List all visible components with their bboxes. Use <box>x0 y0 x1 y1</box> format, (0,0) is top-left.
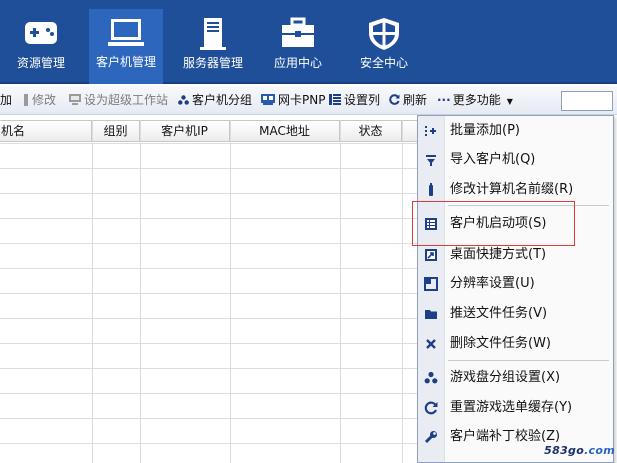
menu-item-game-disk-group[interactable]: 游戏盘分组设置(X) <box>418 365 613 391</box>
column-header-client-ip[interactable]: 客户机IP <box>140 121 230 142</box>
menu-item-label: 批量添加(P) <box>450 123 520 138</box>
set-super-workstation-button[interactable]: 设为超级工作站 <box>69 86 168 115</box>
watermark-ext: .com <box>584 444 615 457</box>
edit-button[interactable]: 修改 <box>23 86 56 115</box>
menu-item-desktop-shortcut[interactable]: 桌面快捷方式(T) <box>418 242 613 268</box>
resolution-icon <box>424 277 438 291</box>
menu-item-reset-game-menu-cache[interactable]: 重置游戏选单缓存(Y) <box>418 395 613 421</box>
menu-item-label: 重置游戏选单缓存(Y) <box>450 400 573 415</box>
menu-separator <box>448 205 609 206</box>
server-icon <box>200 18 226 50</box>
edit-icon <box>24 93 28 106</box>
monitor-icon <box>108 19 144 46</box>
menu-item-label: 导入客户机(Q) <box>450 152 536 167</box>
table-body[interactable] <box>0 143 420 463</box>
nav-label: 安全中心 <box>359 56 408 70</box>
batch-add-icon <box>425 126 436 136</box>
client-table: 机名 组别 客户机IP MAC地址 状态 <box>0 116 420 463</box>
more-dots-icon: ··· <box>437 93 451 107</box>
site-watermark: 583go.com <box>544 444 615 457</box>
set-columns-label: 设置列 <box>344 93 381 107</box>
more-functions-label: 更多功能 <box>452 93 501 107</box>
menu-item-rename-prefix[interactable]: 修改计算机名前缀(R) <box>418 177 613 203</box>
menu-item-label: 游戏盘分组设置(X) <box>450 370 561 385</box>
menu-item-delete-file-task[interactable]: 删除文件任务(W) <box>418 331 613 357</box>
network-card-icon <box>261 94 275 105</box>
add-button[interactable]: 加 <box>0 86 12 115</box>
toolbar: 加 修改 设为超级工作站 客户机分组 网卡PNP 设置列 刷新 ··· 更多功能 ▼ <box>0 86 617 115</box>
startup-list-icon <box>425 218 437 230</box>
more-functions-button[interactable]: ··· 更多功能 ▼ <box>437 86 513 115</box>
column-header-group[interactable]: 组别 <box>92 121 140 142</box>
refresh-icon <box>389 94 400 105</box>
menu-item-push-file-task[interactable]: 推送文件任务(V) <box>418 301 613 327</box>
column-divider <box>402 120 403 463</box>
set-columns-button[interactable]: 设置列 <box>329 86 380 115</box>
shortcut-icon <box>425 249 437 261</box>
menu-item-label: 桌面快捷方式(T) <box>450 247 547 262</box>
workstation-icon <box>69 94 81 105</box>
nic-pnp-button[interactable]: 网卡PNP <box>261 86 325 115</box>
nav-item-application-center[interactable]: 应用中心 <box>266 10 330 84</box>
menu-separator <box>448 360 609 361</box>
column-divider <box>340 120 341 463</box>
column-header-status[interactable]: 状态 <box>340 121 402 142</box>
menu-item-client-startup-items[interactable]: 客户机启动项(S) <box>418 211 613 237</box>
client-group-label: 客户机分组 <box>192 93 253 107</box>
refresh-icon <box>424 401 438 415</box>
more-functions-menu: 批量添加(P) 导入客户机(Q) 修改计算机名前缀(R) 客户机启动项(S) 桌… <box>417 115 614 463</box>
nav-label: 资源管理 <box>16 56 65 70</box>
nav-label: 客户机管理 <box>95 55 156 69</box>
menu-item-label: 分辨率设置(U) <box>450 276 535 291</box>
column-divider <box>230 120 231 463</box>
group-icon <box>178 94 189 105</box>
rename-icon <box>429 183 433 196</box>
menu-item-label: 修改计算机名前缀(R) <box>450 182 574 197</box>
column-header-name[interactable]: 机名 <box>0 121 92 142</box>
search-input[interactable] <box>561 91 613 111</box>
import-icon <box>426 155 436 166</box>
client-group-button[interactable]: 客户机分组 <box>178 86 252 115</box>
shield-icon <box>369 18 399 50</box>
delete-icon <box>426 339 436 349</box>
set-super-label: 设为超级工作站 <box>84 93 169 107</box>
menu-item-batch-add[interactable]: 批量添加(P) <box>418 118 613 144</box>
nav-label: 服务器管理 <box>182 56 243 70</box>
chevron-down-icon: ▼ <box>506 97 513 106</box>
wrench-icon <box>424 431 437 444</box>
nav-label: 应用中心 <box>273 56 322 70</box>
column-header-mac-address[interactable]: MAC地址 <box>230 121 340 142</box>
menu-item-resolution-settings[interactable]: 分辨率设置(U) <box>418 271 613 297</box>
column-divider <box>92 120 93 463</box>
nav-item-security-center[interactable]: 安全中心 <box>352 10 416 84</box>
menu-item-import-client[interactable]: 导入客户机(Q) <box>418 147 613 173</box>
refresh-label: 刷新 <box>403 93 428 107</box>
column-divider <box>140 120 141 463</box>
nav-item-resource-management[interactable]: 资源管理 <box>0 10 82 84</box>
gamepad-icon <box>25 22 57 44</box>
watermark-main: 583go <box>544 444 585 457</box>
columns-icon <box>329 94 341 105</box>
group-icon <box>424 371 438 384</box>
top-navigation-bar: 资源管理 客户机管理 服务器管理 应用中心 安全中心 <box>0 0 617 84</box>
folder-icon <box>425 310 437 319</box>
edit-label: 修改 <box>32 93 57 107</box>
table-header: 机名 组别 客户机IP MAC地址 状态 <box>0 120 420 142</box>
nav-item-client-management[interactable]: 客户机管理 <box>89 9 163 84</box>
menu-item-label: 推送文件任务(V) <box>450 306 548 321</box>
nic-pnp-label: 网卡PNP <box>278 93 326 107</box>
menu-item-label: 删除文件任务(W) <box>450 336 551 351</box>
menu-item-label: 客户机启动项(S) <box>450 216 547 231</box>
toolbox-icon <box>282 17 314 47</box>
refresh-button[interactable]: 刷新 <box>389 86 427 115</box>
nav-item-server-management[interactable]: 服务器管理 <box>177 10 249 84</box>
